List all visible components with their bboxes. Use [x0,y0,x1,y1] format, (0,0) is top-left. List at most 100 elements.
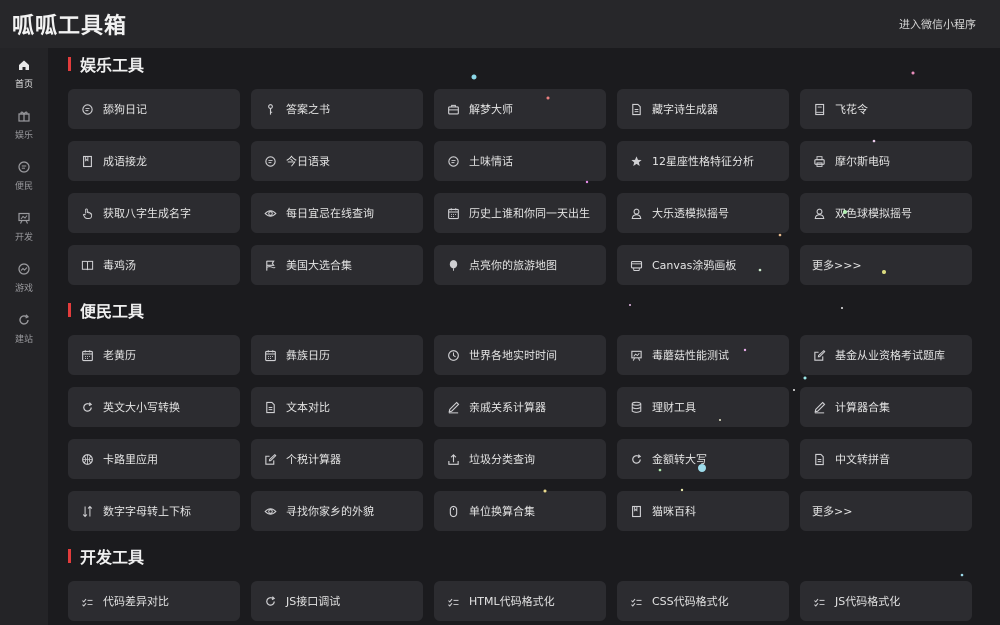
tool-card[interactable]: 大乐透模拟摇号 [617,193,789,233]
sidebar-item-2[interactable]: 便民 [0,150,48,201]
tool-card-label: 12星座性格特征分析 [652,155,754,168]
eye-icon [263,206,277,220]
tool-card[interactable]: 双色球模拟摇号 [800,193,972,233]
pen-icon [812,400,826,414]
calendar-icon [446,206,460,220]
tool-card[interactable]: 毒蘑菇性能测试 [617,335,789,375]
sidebar-item-3[interactable]: 开发 [0,201,48,252]
presentation-icon [18,212,30,224]
tool-grid: 代码差异对比 JS接口调试 HTML代码格式化 CSS代码格式化 JS代码格式化 [68,581,988,621]
section-accent-bar [68,549,71,563]
tool-card[interactable]: 卡路里应用 [68,439,240,479]
section-accent-bar [68,303,71,317]
sidebar-item-label: 建站 [14,334,33,345]
chat-icon [80,102,94,116]
tool-card[interactable]: JS代码格式化 [800,581,972,621]
tool-card[interactable]: 舔狗日记 [68,89,240,129]
sidebar-item-0[interactable]: 首页 [0,48,48,99]
top-bar: 呱呱工具箱 进入微信小程序 [0,0,1000,48]
tool-card[interactable]: 理财工具 [617,387,789,427]
mini-program-link[interactable]: 进入微信小程序 [899,16,976,32]
chat-icon [263,154,277,168]
tool-card-label: 更多>>> [812,259,862,272]
tool-card[interactable]: 世界各地实时时间 [434,335,606,375]
tool-card[interactable]: 点亮你的旅游地图 [434,245,606,285]
checklist-icon [812,594,826,608]
briefcase-icon [446,102,460,116]
printer-icon [812,154,826,168]
tool-card[interactable]: HTML代码格式化 [434,581,606,621]
bookmark-icon [629,504,643,518]
tool-card[interactable]: 代码差异对比 [68,581,240,621]
tool-card[interactable]: 土味情话 [434,141,606,181]
tool-card[interactable]: 美国大选合集 [251,245,423,285]
tool-card-label: 今日语录 [286,155,330,168]
tool-card[interactable]: 文本对比 [251,387,423,427]
balloon-icon [446,258,460,272]
tool-card[interactable]: 计算器合集 [800,387,972,427]
tool-card-label: 舔狗日记 [103,103,147,116]
tool-card-label: 卡路里应用 [103,453,158,466]
sidebar-item-1[interactable]: 娱乐 [0,99,48,150]
tool-card[interactable]: 12星座性格特征分析 [617,141,789,181]
tool-card[interactable]: 摩尔斯电码 [800,141,972,181]
tool-card-label: 大乐透模拟摇号 [652,207,729,220]
tool-card[interactable]: 老黄历 [68,335,240,375]
tool-card[interactable]: 每日宜忌在线查询 [251,193,423,233]
tool-card-label: 中文转拼音 [835,453,890,466]
tool-card[interactable]: 金额转大写 [617,439,789,479]
tool-card[interactable]: 英文大小写转换 [68,387,240,427]
tool-card[interactable]: 寻找你家乡的外貌 [251,491,423,531]
tool-card-label: CSS代码格式化 [652,595,729,608]
tool-card[interactable]: 飞花令 [800,89,972,129]
sidebar-item-label: 首页 [14,79,33,90]
tool-card[interactable]: 解梦大师 [434,89,606,129]
sidebar-item-5[interactable]: 建站 [0,303,48,354]
database-icon [629,400,643,414]
tool-card[interactable]: 彝族日历 [251,335,423,375]
section-title: 娱乐工具 [68,49,988,79]
tool-card[interactable]: 答案之书 [251,89,423,129]
tool-card[interactable]: 获取八字生成名字 [68,193,240,233]
flag-icon [263,258,277,272]
tool-card[interactable]: 中文转拼音 [800,439,972,479]
tool-card[interactable]: 亲戚关系计算器 [434,387,606,427]
tool-card[interactable]: 基金从业资格考试题库 [800,335,972,375]
book-icon [812,102,826,116]
tool-card-label: 藏字诗生成器 [652,103,718,116]
tool-card[interactable]: 今日语录 [251,141,423,181]
tool-card[interactable]: 成语接龙 [68,141,240,181]
site-logo[interactable]: 呱呱工具箱 [12,8,127,40]
tool-card[interactable]: 垃圾分类查询 [434,439,606,479]
refresh-icon [263,594,277,608]
tool-card[interactable]: JS接口调试 [251,581,423,621]
tool-card[interactable]: Canvas涂鸦画板 [617,245,789,285]
tool-card[interactable]: 个税计算器 [251,439,423,479]
tool-card[interactable]: 历史上谁和你同一天出生 [434,193,606,233]
tool-card-label: 成语接龙 [103,155,147,168]
tool-card-label: JS代码格式化 [835,595,901,608]
tool-card[interactable]: 毒鸡汤 [68,245,240,285]
open-book-icon [80,258,94,272]
tool-card[interactable]: CSS代码格式化 [617,581,789,621]
document-icon [629,102,643,116]
tool-card[interactable]: 猫咪百科 [617,491,789,531]
sidebar-item-4[interactable]: 游戏 [0,252,48,303]
eye-icon [263,504,277,518]
upload-icon [446,452,460,466]
star-icon [629,154,643,168]
tool-card[interactable]: 数字字母转上下标 [68,491,240,531]
tool-card[interactable]: 更多>> [800,491,972,531]
tool-card[interactable]: 更多>>> [800,245,972,285]
tool-card[interactable]: 藏字诗生成器 [617,89,789,129]
tool-card-label: 数字字母转上下标 [103,505,191,518]
sidebar-item-label: 娱乐 [14,130,33,141]
section-accent-bar [68,57,71,71]
chat-icon [446,154,460,168]
tool-card[interactable]: 单位换算合集 [434,491,606,531]
refresh-icon [80,400,94,414]
calendar-icon [80,348,94,362]
refresh-icon [629,452,643,466]
tool-card-label: Canvas涂鸦画板 [652,259,737,272]
tool-card-label: 单位换算合集 [469,505,535,518]
